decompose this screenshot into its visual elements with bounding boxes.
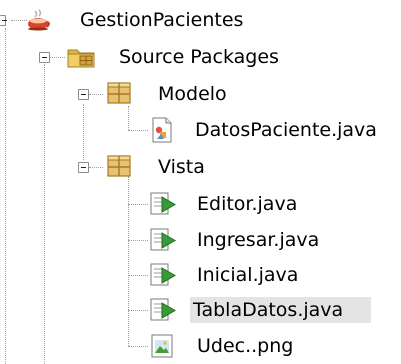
tree-node-file-inicial[interactable]: Inicial.java [194,263,301,287]
jframe-form-icon [150,297,177,327]
project-tree: GestionPacientes Source Packages Modelo [0,0,401,364]
tree-guide-line [128,275,148,276]
tree-guide-line [128,310,148,311]
tree-guide-line [89,94,103,95]
tree-node-file-ingresar[interactable]: Ingresar.java [194,228,322,252]
image-file-icon [150,333,174,363]
collapse-toggle-project[interactable] [0,15,7,26]
tree-node-file-editor[interactable]: Editor.java [194,192,300,216]
tree-guide-line [5,28,6,364]
tree-guide-line [11,20,27,21]
tree-guide-line [128,346,148,347]
tree-node-package-modelo[interactable]: Modelo [155,82,230,106]
tree-guide-line [128,130,148,131]
jframe-form-icon [150,227,177,257]
jframe-form-icon [150,191,177,221]
tree-node-file-tabladatos[interactable]: TablaDatos.java [190,297,371,323]
tree-node-source-packages[interactable]: Source Packages [116,45,282,69]
tree-node-file-udec-png[interactable]: Udec..png [194,334,296,358]
tree-node-file-datospaciente[interactable]: DatosPaciente.java [192,118,380,142]
java-class-icon [150,117,174,147]
tree-guide-line [128,176,129,346]
tree-guide-line [128,240,148,241]
collapse-toggle-source-packages[interactable] [39,52,50,63]
tree-node-package-vista[interactable]: Vista [155,155,208,179]
source-packages-folder-icon [67,45,97,73]
tree-guide-line [89,167,103,168]
collapse-toggle-vista[interactable] [78,162,89,173]
tree-guide-line [128,204,148,205]
collapse-toggle-modelo[interactable] [78,89,89,100]
tree-guide-line [44,64,45,364]
tree-node-project[interactable]: GestionPacientes [77,8,246,32]
package-icon [107,154,131,182]
package-icon [107,81,131,109]
tree-guide-line [50,57,65,58]
java-project-cup-icon [27,9,51,35]
tree-guide-line [83,104,84,160]
tree-guide-line [128,106,129,130]
jframe-form-icon [150,262,177,292]
